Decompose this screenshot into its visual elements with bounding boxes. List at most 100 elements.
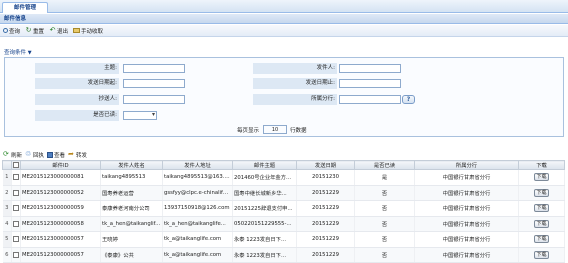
row-checkbox[interactable] — [13, 220, 19, 227]
header-is-read[interactable]: 是否已读 — [354, 160, 415, 170]
row-checkbox-cell[interactable] — [11, 247, 21, 263]
view-button[interactable]: 查看 — [47, 151, 65, 159]
row-checkbox-cell[interactable] — [11, 231, 21, 248]
row-checkbox-cell[interactable] — [11, 185, 21, 201]
refresh-button[interactable]: ⟳ 刷新 — [3, 151, 22, 159]
cell-sender-name: 国寿养老运营 — [100, 185, 163, 201]
form-row-2: 发送日期起: 发送日期止: — [5, 78, 565, 89]
row-checkbox[interactable] — [13, 236, 19, 242]
download-cell: 下载 — [518, 216, 565, 232]
sender-label: 发件人: — [253, 63, 337, 74]
cell-subject: 永泰 1223发自日下... — [232, 231, 297, 248]
manual-receive-button[interactable]: 手动收取 — [72, 26, 104, 36]
send-date-to-input[interactable] — [339, 79, 401, 88]
table-row[interactable]: 5 ME2015123000000057 王晓婷 tk_a@taikanglif… — [2, 231, 565, 248]
header-select-all[interactable] — [11, 160, 21, 170]
tab-mail-management[interactable]: 邮件管理 — [2, 2, 48, 13]
forward-icon: ➦ — [68, 150, 74, 158]
header-sender-address[interactable]: 发件人地址 — [162, 160, 233, 170]
cell-is-read: 否 — [354, 200, 415, 217]
download-button[interactable]: 下载 — [534, 204, 549, 213]
table-row[interactable]: 4 ME2015123000000058 tk_a_hen@taikanglif… — [2, 216, 565, 232]
header-send-date[interactable]: 发送日期 — [296, 160, 355, 170]
cell-sender-address: 13937150918@126.com — [162, 200, 233, 217]
download-button[interactable]: 下载 — [534, 188, 549, 197]
row-checkbox-cell[interactable] — [11, 216, 21, 232]
reset-button-label: 重置 — [33, 28, 45, 35]
row-checkbox[interactable] — [13, 205, 19, 211]
subject-label: 主题: — [35, 63, 119, 74]
grid-toolbar: ⟳ 刷新 ♲ 回执 查看 ➦ 转发 — [0, 149, 568, 160]
row-number: 2 — [2, 185, 12, 201]
page-size-prefix: 每页显示 — [237, 128, 260, 134]
table-row[interactable]: 6 ME2015123000000057 《泰康》公共 tk_a@taikang… — [2, 247, 565, 263]
cell-is-read: 否 — [354, 185, 415, 201]
page-size-suffix: 行数据 — [290, 128, 307, 134]
send-date-from-input[interactable] — [123, 79, 185, 88]
reset-button[interactable]: ↻ 重置 — [24, 26, 45, 36]
subject-input[interactable] — [123, 64, 185, 73]
header-sender-name[interactable]: 发件人姓名 — [100, 160, 163, 170]
forward-button[interactable]: ➦ 转发 — [68, 151, 87, 159]
exit-button[interactable]: ↶ 退出 — [48, 26, 69, 36]
panel-title: 邮件信息 — [0, 14, 568, 24]
cell-send-date: 20151229 — [296, 200, 355, 217]
query-section-toggle[interactable]: 查询条件 ▼ — [4, 48, 32, 56]
receipt-button[interactable]: ♲ 回执 — [25, 151, 44, 159]
table-row[interactable]: 1 ME2015123000000081 taikang4895513 taik… — [2, 169, 565, 186]
download-cell: 下载 — [518, 185, 565, 201]
read-select[interactable] — [123, 111, 157, 120]
row-number: 4 — [2, 216, 12, 232]
query-button-label: 查询 — [9, 28, 21, 35]
chevron-down-icon: ▼ — [27, 50, 32, 56]
mail-grid: 邮件ID 发件人姓名 发件人地址 邮件主题 发送日期 是否已读 所属分行 下载 … — [2, 160, 565, 263]
cell-mail-id: ME2015123000000057 — [20, 231, 101, 248]
header-branch[interactable]: 所属分行 — [414, 160, 519, 170]
cell-subject: 201460号企业年金方... — [232, 169, 297, 186]
form-row-4: 是否已读: — [5, 110, 565, 121]
refresh-icon: ⟳ — [3, 150, 9, 158]
header-subject[interactable]: 邮件主题 — [232, 160, 297, 170]
manual-receive-label: 手动收取 — [81, 28, 104, 35]
query-button[interactable]: 查询 — [2, 26, 21, 36]
download-button[interactable]: 下载 — [534, 219, 549, 228]
row-checkbox-cell[interactable] — [11, 169, 21, 186]
row-checkbox-cell[interactable] — [11, 200, 21, 217]
cell-sender-name: tk_a_hen@taikanglif... — [100, 216, 163, 232]
cell-mail-id: ME2015123000000057 — [20, 247, 101, 263]
cell-branch: 中国银行甘肃省分行 — [414, 247, 519, 263]
row-checkbox[interactable] — [13, 251, 19, 258]
cell-send-date: 20151229 — [296, 185, 355, 201]
cell-is-read: 否 — [354, 247, 415, 263]
search-icon — [3, 28, 8, 33]
header-download[interactable]: 下载 — [518, 160, 565, 170]
select-all-checkbox[interactable] — [13, 161, 19, 168]
sender-input[interactable] — [339, 64, 401, 73]
cc-input[interactable] — [123, 95, 185, 104]
cc-label: 抄送人: — [35, 94, 119, 105]
cell-mail-id: ME2015123000000059 — [20, 200, 101, 217]
branch-input[interactable] — [339, 95, 401, 104]
row-checkbox[interactable] — [13, 189, 19, 196]
view-icon — [47, 151, 54, 158]
row-checkbox[interactable] — [13, 174, 19, 180]
branch-help-button[interactable]: ? — [402, 95, 415, 104]
cell-branch: 中国银行甘肃省分行 — [414, 169, 519, 186]
cell-subject: 国寿中继长城新乡华... — [232, 185, 297, 201]
download-cell: 下载 — [518, 200, 565, 217]
cell-sender-name: 王晓婷 — [100, 231, 163, 248]
cell-branch: 中国银行甘肃省分行 — [414, 200, 519, 217]
cell-send-date: 20151229 — [296, 231, 355, 248]
page-size-input[interactable]: 10 — [263, 125, 287, 134]
table-row[interactable]: 2 ME2015123000000052 国寿养老运营 gssfyy@clpc.… — [2, 185, 565, 201]
cell-sender-name: taikang4895513 — [100, 169, 163, 186]
download-button[interactable]: 下载 — [534, 250, 549, 259]
forward-label: 转发 — [76, 152, 88, 159]
header-mail-id[interactable]: 邮件ID — [20, 160, 101, 170]
cell-is-read: 否 — [354, 231, 415, 248]
branch-label: 所属分行: — [253, 94, 337, 105]
download-button[interactable]: 下载 — [534, 173, 549, 182]
table-row[interactable]: 3 ME2015123000000059 泰康养老河南分公司 139371509… — [2, 200, 565, 217]
cell-branch: 中国银行甘肃省分行 — [414, 185, 519, 201]
download-button[interactable]: 下载 — [534, 235, 549, 244]
